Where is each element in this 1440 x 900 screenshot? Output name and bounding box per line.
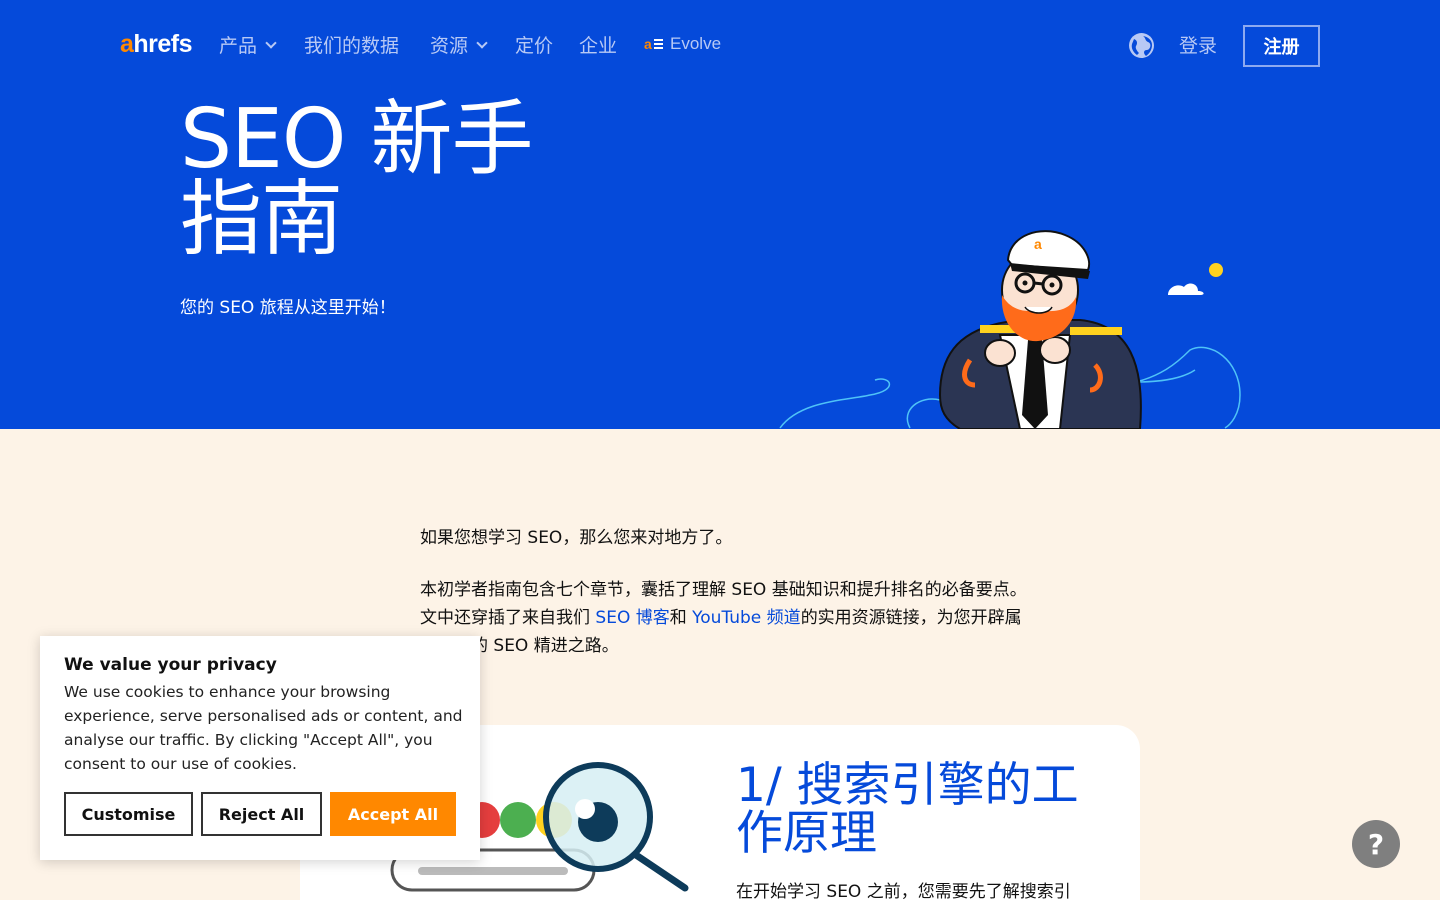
chapter-text: 在开始学习 SEO 之前，您需要先了解搜索引: [736, 882, 1071, 900]
cookie-text: We use cookies to enhance your browsing …: [64, 683, 463, 773]
chapter-title[interactable]: 1/ 搜索引擎的工作原理: [736, 762, 1096, 858]
nav-item-label: 我们的数据: [304, 35, 400, 57]
nav-item-label: 产品: [219, 35, 258, 57]
intro-paragraph-2: 本初学者指南包含七个章节，囊括了理解 SEO 基础知识和提升排名的必备要点。文中…: [420, 576, 1030, 660]
hero-section: ahrefs 产品 我们的数据 资源 定价 企业 a Evolve 登录 注册 …: [0, 0, 1440, 429]
youtube-channel-link[interactable]: YouTube 频道: [692, 608, 801, 628]
login-link[interactable]: 登录: [1179, 31, 1217, 58]
help-button[interactable]: ?: [1352, 820, 1400, 868]
nav-item-label: Evolve: [670, 34, 722, 53]
nav-item-evolve[interactable]: a Evolve: [644, 34, 721, 54]
top-nav: ahrefs 产品 我们的数据 资源 定价 企业 a Evolve 登录 注册: [0, 0, 1440, 90]
cookie-title: We value your privacy: [64, 655, 277, 675]
nav-item-label: 企业: [579, 35, 618, 57]
signup-button[interactable]: 注册: [1243, 25, 1320, 67]
nav-item-label: 定价: [515, 35, 554, 57]
accept-all-button[interactable]: Accept All: [330, 792, 456, 836]
globe-icon[interactable]: [1129, 33, 1154, 58]
logo-a: a: [120, 30, 134, 58]
evolve-logo-icon: a: [644, 37, 664, 51]
ahrefs-logo[interactable]: ahrefs: [120, 30, 193, 59]
seo-blog-link[interactable]: SEO 博客: [595, 608, 669, 628]
nav-item-enterprise[interactable]: 企业: [579, 31, 617, 58]
intro-text-segment: 和: [669, 608, 693, 628]
svg-text:a: a: [1034, 236, 1042, 252]
nav-item-pricing[interactable]: 定价: [515, 31, 553, 58]
nav-item-label: 资源: [430, 35, 469, 57]
page-subtitle: 您的 SEO 旅程从这里开始！: [180, 298, 396, 318]
nav-item-our-data[interactable]: 我们的数据: [304, 31, 399, 58]
customise-button[interactable]: Customise: [64, 792, 193, 836]
page-title: SEO 新手指南: [180, 92, 533, 267]
nav-item-products[interactable]: 产品: [219, 31, 277, 58]
chevron-down-icon: [476, 36, 488, 49]
chevron-down-icon: [265, 36, 277, 49]
cookie-consent-banner: We value your privacy We use cookies to …: [40, 636, 480, 860]
intro-paragraph-1: 如果您想学习 SEO，那么您来对地方了。: [420, 528, 733, 548]
reject-all-button[interactable]: Reject All: [201, 792, 322, 836]
captain-mascot-illustration: a: [938, 230, 1223, 429]
intro-text: 如果您想学习 SEO，那么您来对地方了。 本初学者指南包含七个章节，囊括了理解 …: [420, 524, 1030, 684]
nav-item-resources[interactable]: 资源: [430, 31, 488, 58]
logo-rest: hrefs: [133, 30, 193, 58]
